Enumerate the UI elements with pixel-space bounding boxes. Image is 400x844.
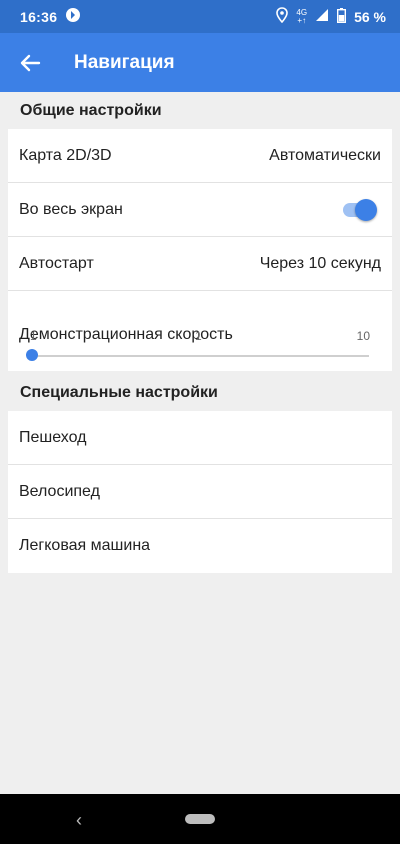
section-header-general: Общие настройки — [20, 102, 162, 119]
setting-label: Карта 2D/3D — [19, 146, 112, 164]
slider-current-label: 1 — [195, 329, 202, 343]
status-right: 4G +↑ 56 % — [276, 7, 386, 26]
slider-max-label: 10 — [356, 329, 370, 343]
network-activity: +↑ — [297, 15, 307, 25]
notification-icon — [65, 7, 81, 26]
setting-pedestrian[interactable]: Пешеход — [8, 411, 392, 465]
setting-label: Пешеход — [19, 428, 87, 446]
toggle-thumb — [355, 198, 377, 221]
battery-percent: 56 % — [354, 8, 386, 25]
special-settings-card: Пешеход Велосипед Легковая машина — [8, 411, 392, 573]
setting-autostart[interactable]: Автостарт Через 10 секунд — [8, 237, 392, 291]
fullscreen-toggle[interactable] — [343, 198, 377, 222]
app-bar: Навигация — [0, 33, 400, 92]
back-button[interactable] — [16, 49, 44, 77]
nav-home-pill[interactable] — [185, 814, 215, 824]
signal-icon — [315, 8, 329, 25]
setting-bicycle[interactable]: Велосипед — [8, 465, 392, 519]
arrow-left-icon — [20, 54, 41, 71]
setting-value: Через 10 секунд — [259, 254, 381, 272]
slider-thumb[interactable] — [26, 349, 38, 361]
page-title: Навигация — [74, 51, 175, 73]
section-header-special: Специальные настройки — [20, 384, 218, 401]
system-nav-bar: ‹ — [0, 794, 400, 844]
status-left: 16:36 — [20, 7, 81, 26]
battery-icon — [337, 7, 347, 26]
setting-car[interactable]: Легковая машина — [8, 519, 392, 573]
general-settings-card: Карта 2D/3D Автоматически Во весь экран … — [8, 129, 392, 371]
location-icon — [276, 7, 289, 26]
setting-label: Легковая машина — [19, 537, 151, 554]
status-bar: 16:36 4G +↑ 56 % — [0, 0, 400, 33]
setting-label: Автостарт — [19, 254, 94, 272]
nav-back-icon[interactable]: ‹ — [76, 810, 82, 831]
setting-value: Автоматически — [269, 146, 381, 164]
setting-label: Велосипед — [19, 482, 100, 500]
slider-track[interactable] — [32, 355, 369, 357]
setting-demo-speed: Демонстрационная скорость 1 1 10 — [8, 291, 392, 371]
network-indicator: 4G +↑ — [296, 8, 307, 25]
setting-map-mode[interactable]: Карта 2D/3D Автоматически — [8, 129, 392, 183]
slider-min-label: 1 — [30, 329, 37, 343]
setting-fullscreen[interactable]: Во весь экран — [8, 183, 392, 237]
status-time: 16:36 — [20, 8, 58, 25]
setting-label: Во весь экран — [19, 200, 123, 218]
